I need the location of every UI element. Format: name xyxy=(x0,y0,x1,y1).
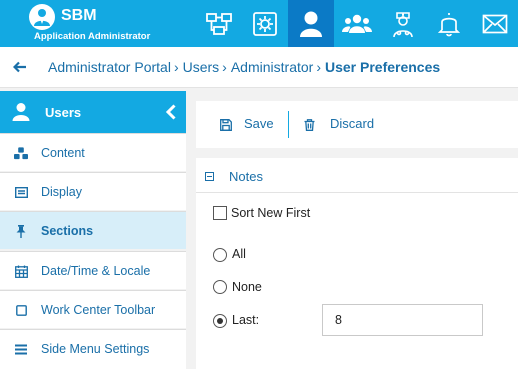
radio-all[interactable] xyxy=(213,248,227,262)
groups-icon[interactable] xyxy=(334,0,380,47)
collapse-chevron-icon[interactable] xyxy=(165,104,177,125)
sidebar: Users Content Display Sections Date/Time… xyxy=(0,91,186,369)
sort-new-first-label: Sort New First xyxy=(231,206,311,220)
breadcrumb-separator: › xyxy=(316,59,321,75)
menu-icon xyxy=(14,342,28,356)
cubes-icon xyxy=(14,146,28,160)
square-icon xyxy=(14,303,28,317)
breadcrumb-separator: › xyxy=(222,59,227,75)
collapse-minus-icon[interactable] xyxy=(205,172,214,181)
sidebar-item-date-time-locale[interactable]: Date/Time & Locale xyxy=(0,251,186,289)
breadcrumb-bar: Administrator Portal › Users › Administrator… xyxy=(0,47,518,88)
radio-none-label: None xyxy=(232,280,262,294)
sbm-logo xyxy=(29,4,55,30)
brand-name: SBM xyxy=(61,7,97,24)
sidebar-item-display[interactable]: Display xyxy=(0,172,186,210)
breadcrumb-current: User Preferences xyxy=(324,59,441,75)
breadcrumb-users[interactable]: Users xyxy=(183,59,220,75)
sidebar-header: Users xyxy=(0,91,186,133)
sort-new-first-checkbox[interactable] xyxy=(213,206,227,220)
sidebar-item-content[interactable]: Content xyxy=(0,133,186,171)
notes-title: Notes xyxy=(229,169,263,184)
bell-icon[interactable] xyxy=(426,0,472,47)
doctor-icon[interactable] xyxy=(380,0,426,47)
save-button[interactable]: Save xyxy=(216,111,280,139)
breadcrumb-administrator-portal[interactable]: Administrator Portal xyxy=(48,59,171,75)
discard-label: Discard xyxy=(330,116,375,131)
save-label: Save xyxy=(244,116,274,131)
pin-icon xyxy=(14,224,28,238)
sidebar-item-label: Work Center Toolbar xyxy=(41,303,156,317)
list-icon xyxy=(14,185,28,199)
calendar-icon xyxy=(14,264,28,278)
sidebar-item-label: Sections xyxy=(41,224,94,238)
breadcrumb-separator: › xyxy=(173,59,179,75)
top-navigation-bar: SBM Application Administrator xyxy=(0,0,518,47)
trash-icon xyxy=(304,118,315,136)
sidebar-item-label: Date/Time & Locale xyxy=(41,264,151,278)
discard-button[interactable]: Discard xyxy=(300,111,384,139)
notes-section-header[interactable]: Notes xyxy=(196,158,518,193)
radio-last-label: Last: xyxy=(232,313,260,327)
sidebar-item-side-menu-settings[interactable]: Side Menu Settings xyxy=(0,329,186,369)
sidebar-item-work-center-toolbar[interactable]: Work Center Toolbar xyxy=(0,290,186,328)
sidebar-header-label: Users xyxy=(45,105,82,120)
toolbar-divider xyxy=(288,111,289,138)
back-arrow-icon[interactable] xyxy=(12,60,27,79)
sidebar-item-label: Side Menu Settings xyxy=(41,342,150,356)
sidebar-item-label: Display xyxy=(41,185,82,199)
action-toolbar: Save Discard xyxy=(196,101,518,148)
sidebar-item-label: Content xyxy=(41,146,85,160)
breadcrumb-administrator[interactable]: Administrator xyxy=(231,59,313,75)
user-icon[interactable] xyxy=(288,0,334,47)
mail-icon[interactable] xyxy=(472,0,518,47)
workflow-icon[interactable] xyxy=(196,0,242,47)
save-icon xyxy=(220,118,232,136)
settings-icon[interactable] xyxy=(242,0,288,47)
sidebar-item-sections[interactable]: Sections xyxy=(0,211,186,249)
radio-all-label: All xyxy=(232,247,246,261)
last-count-input[interactable] xyxy=(322,304,483,336)
radio-none[interactable] xyxy=(213,280,227,294)
role-label: Application Administrator xyxy=(34,31,151,42)
notes-panel: Notes Sort New First All None Last: xyxy=(196,158,518,369)
user-icon xyxy=(12,102,30,127)
radio-last[interactable] xyxy=(213,314,227,328)
breadcrumb: Administrator Portal › Users › Administrator… xyxy=(48,59,440,75)
